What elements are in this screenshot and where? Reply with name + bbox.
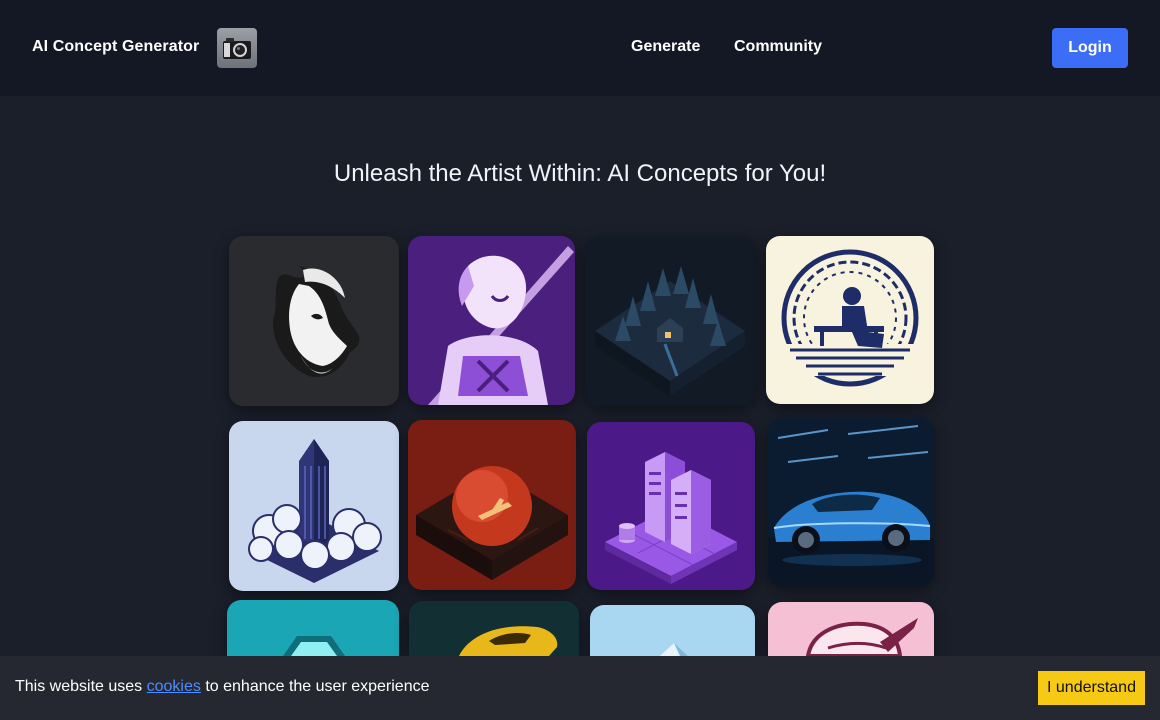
gallery-item-yellow-car[interactable] [409, 601, 579, 656]
top-navbar: AI Concept Generator Generate Community … [0, 0, 1160, 96]
anime-swordsman-image [408, 236, 575, 405]
cookies-link[interactable]: cookies [147, 678, 201, 695]
accept-cookies-button[interactable]: I understand [1038, 671, 1145, 705]
cookie-message: This website uses cookies to enhance the… [15, 678, 429, 696]
sports-car-image [768, 418, 934, 586]
gallery-item-goat-logo[interactable] [229, 236, 399, 406]
gallery-item-skyscraper[interactable] [229, 421, 399, 591]
bench-logo-image [766, 236, 934, 404]
gallery-item-teal-hexagon[interactable] [227, 600, 399, 656]
gallery-item-server-racks[interactable] [587, 422, 755, 590]
gallery-item-crystal[interactable] [590, 605, 755, 656]
gallery-item-sports-car[interactable] [768, 418, 934, 586]
rocket-badge-image [768, 602, 934, 656]
gallery-item-bench-logo[interactable] [766, 236, 934, 404]
gallery-item-forest-cabin[interactable] [585, 236, 755, 406]
page-title: Unleash the Artist Within: AI Concepts f… [333, 160, 827, 187]
cookie-message-prefix: This website uses [15, 678, 143, 695]
server-racks-image [587, 422, 755, 590]
goat-head-image [229, 236, 399, 406]
yellow-car-image [409, 601, 579, 656]
nav-community-link[interactable]: Community [734, 38, 822, 56]
gallery-item-red-planet[interactable] [408, 420, 576, 590]
gallery-item-rocket-badge[interactable] [768, 602, 934, 656]
gallery-item-anime-swordsman[interactable] [408, 236, 575, 405]
skyscraper-image [229, 421, 399, 591]
cookie-message-suffix: to enhance the user experience [205, 678, 430, 695]
forest-cabin-image [585, 236, 755, 406]
crystal-image [590, 605, 755, 656]
teal-hexagon-image [227, 600, 399, 656]
brand-name[interactable]: AI Concept Generator [32, 38, 199, 56]
nav-generate-link[interactable]: Generate [631, 38, 700, 56]
login-button[interactable]: Login [1052, 28, 1128, 68]
red-planet-image [408, 420, 576, 590]
camera-icon[interactable] [217, 28, 257, 68]
